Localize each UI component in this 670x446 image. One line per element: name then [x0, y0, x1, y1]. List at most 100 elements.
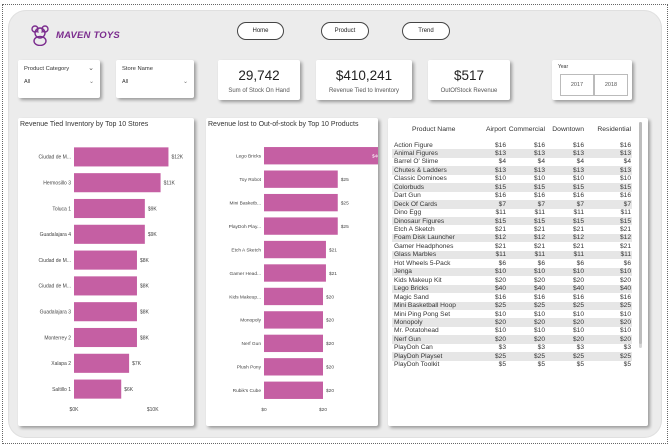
table-row[interactable]: Classic Dominoes $10 $10 $10 $10	[392, 175, 632, 183]
value-cell: $20	[533, 276, 545, 284]
product-name-cell: Mini Basketball Hoop	[394, 302, 456, 310]
table-row[interactable]: Animal Figures $13 $13 $13 $13	[392, 149, 632, 158]
category-label: Etch A Sketch	[231, 247, 261, 253]
product-name-cell: Foam Disk Launcher	[394, 234, 455, 242]
chevron-down-icon[interactable]: ⌄	[88, 64, 94, 72]
value-cell: $13	[533, 149, 545, 157]
table-row[interactable]: Dart Gun $16 $16 $16 $16	[392, 192, 632, 200]
x-tick-label: $20	[319, 407, 327, 413]
nav-trend-button[interactable]: Trend	[402, 22, 450, 40]
x-tick-label: $0	[261, 407, 267, 413]
table-row[interactable]: Action Figure $16 $16 $16 $16	[392, 141, 632, 149]
column-header[interactable]: Airport	[480, 126, 506, 133]
table-row[interactable]: Mini Basketball Hoop $25 $25 $25 $25	[392, 301, 632, 310]
column-header[interactable]: Product Name	[412, 126, 455, 133]
bar[interactable]	[74, 147, 169, 167]
value-cell: $11	[495, 209, 506, 217]
value-cell: $10	[533, 175, 545, 183]
table-row[interactable]: Glass Marbles $11 $11 $11 $11	[392, 250, 632, 260]
bar[interactable]	[264, 381, 323, 399]
value-cell: $6	[576, 259, 584, 267]
bar[interactable]	[264, 193, 338, 212]
value-cell: $16	[494, 192, 506, 200]
table-row[interactable]: Chutes & Ladders $13 $13 $13 $13	[392, 166, 632, 175]
table-row[interactable]: Lego Bricks $40 $40 $40 $40	[392, 284, 632, 294]
bar[interactable]	[264, 147, 378, 165]
nav-home-button[interactable]: Home	[237, 22, 284, 40]
value-cell: $15	[572, 217, 584, 225]
bar[interactable]	[264, 287, 323, 306]
column-header[interactable]: Residential	[589, 126, 631, 133]
slicer-store-name[interactable]: Store Name All ⌄	[116, 60, 194, 98]
column-header[interactable]: Commercial	[507, 126, 545, 133]
kpi-oos-value: $517	[453, 68, 485, 83]
bar[interactable]	[264, 311, 323, 329]
value-cell: $16	[533, 141, 545, 149]
value-cell: $12	[533, 234, 545, 242]
value-cell: $12	[619, 234, 631, 242]
bar[interactable]	[74, 198, 145, 219]
table-row[interactable]: Foam Disk Launcher $12 $12 $12 $12	[392, 233, 632, 243]
table-row[interactable]: Barrel O' Slime $4 $4 $4 $4	[392, 158, 632, 166]
table-row[interactable]: Monopoly $20 $20 $20 $20	[392, 318, 632, 327]
scrollbar-thumb[interactable]	[639, 122, 642, 344]
bar[interactable]	[264, 334, 323, 353]
data-label: $20	[326, 388, 334, 394]
table-row[interactable]: Mr. Potatohead $10 $10 $10 $10	[392, 327, 632, 335]
chevron-down-icon[interactable]: ⌄	[183, 78, 188, 85]
table-row[interactable]: PlayDoh Can $3 $3 $3 $3	[392, 344, 632, 352]
table-row[interactable]: PlayDoh Toolkit $5 $5 $5 $5	[392, 361, 632, 369]
table-row[interactable]: Magic Sand $16 $16 $16 $16	[392, 293, 632, 301]
product-name-cell: PlayDoh Toolkit	[394, 361, 440, 369]
bar[interactable]	[74, 353, 130, 373]
bar[interactable]	[74, 302, 137, 322]
column-header[interactable]: Downtown	[548, 126, 584, 133]
table-scrollbar[interactable]	[639, 122, 642, 348]
table-row[interactable]: Dino Egg $11 $11 $11 $11	[392, 209, 632, 217]
bar[interactable]	[74, 327, 137, 348]
table-row[interactable]: Hot Wheels 5-Pack $6 $6 $6 $6	[392, 259, 632, 267]
product-name-cell: Magic Sand	[394, 293, 429, 301]
category-label: Gamer Head...	[230, 271, 261, 277]
value-cell: $11	[620, 251, 631, 259]
table-row[interactable]: Jenga $10 $10 $10 $10	[392, 267, 632, 277]
value-cell: $25	[494, 352, 506, 360]
table-row[interactable]: Dinosaur Figures $15 $15 $15 $15	[392, 217, 632, 226]
value-cell: $13	[572, 166, 584, 174]
bar[interactable]	[74, 173, 161, 193]
bar[interactable]	[74, 379, 122, 399]
product-name-cell: Classic Dominoes	[394, 175, 447, 183]
kpi-oos-card: $517 OutOfStock Revenue	[428, 60, 510, 100]
year-option-2018[interactable]: 2018	[594, 74, 628, 96]
table-row[interactable]: Etch A Sketch $21 $21 $21 $21	[392, 226, 632, 234]
bar[interactable]	[264, 170, 338, 188]
bar[interactable]	[264, 217, 338, 235]
bar[interactable]	[74, 250, 137, 270]
bar[interactable]	[74, 224, 145, 244]
bar[interactable]	[264, 264, 326, 282]
bar[interactable]	[264, 358, 323, 376]
data-label: $20	[326, 318, 334, 324]
table-row[interactable]: Deck Of Cards $7 $7 $7 $7	[392, 200, 632, 209]
table-row[interactable]: Kids Makeup Kit $20 $20 $20 $20	[392, 276, 632, 284]
value-cell: $20	[533, 335, 545, 343]
value-cell: $10	[619, 175, 631, 183]
year-option-2017[interactable]: 2017	[560, 74, 594, 96]
slicer-product-category[interactable]: Product Category ⌄ All ⌄	[18, 60, 100, 98]
teddy-bear-icon	[31, 25, 49, 46]
table-row[interactable]: Gamer Headphones $21 $21 $21 $21	[392, 242, 632, 250]
bar[interactable]	[264, 240, 326, 259]
value-cell: $10	[494, 310, 506, 318]
chevron-down-icon[interactable]: ⌄	[89, 78, 94, 85]
value-cell: $16	[619, 141, 631, 149]
table-row[interactable]: Nerf Gun $20 $20 $20 $20	[392, 335, 632, 344]
data-label: $12K	[171, 155, 183, 161]
bar[interactable]	[74, 276, 137, 296]
category-label: Ciudad de M...	[38, 258, 71, 264]
value-cell: $20	[619, 335, 631, 343]
table-row[interactable]: PlayDoh Playset $25 $25 $25 $25	[392, 352, 632, 361]
year-title: Year	[558, 64, 569, 70]
table-row[interactable]: Mini Ping Pong Set $10 $10 $10 $10	[392, 310, 632, 318]
table-row[interactable]: Colorbuds $15 $15 $15 $15	[392, 183, 632, 192]
nav-product-button[interactable]: Product	[321, 22, 369, 40]
